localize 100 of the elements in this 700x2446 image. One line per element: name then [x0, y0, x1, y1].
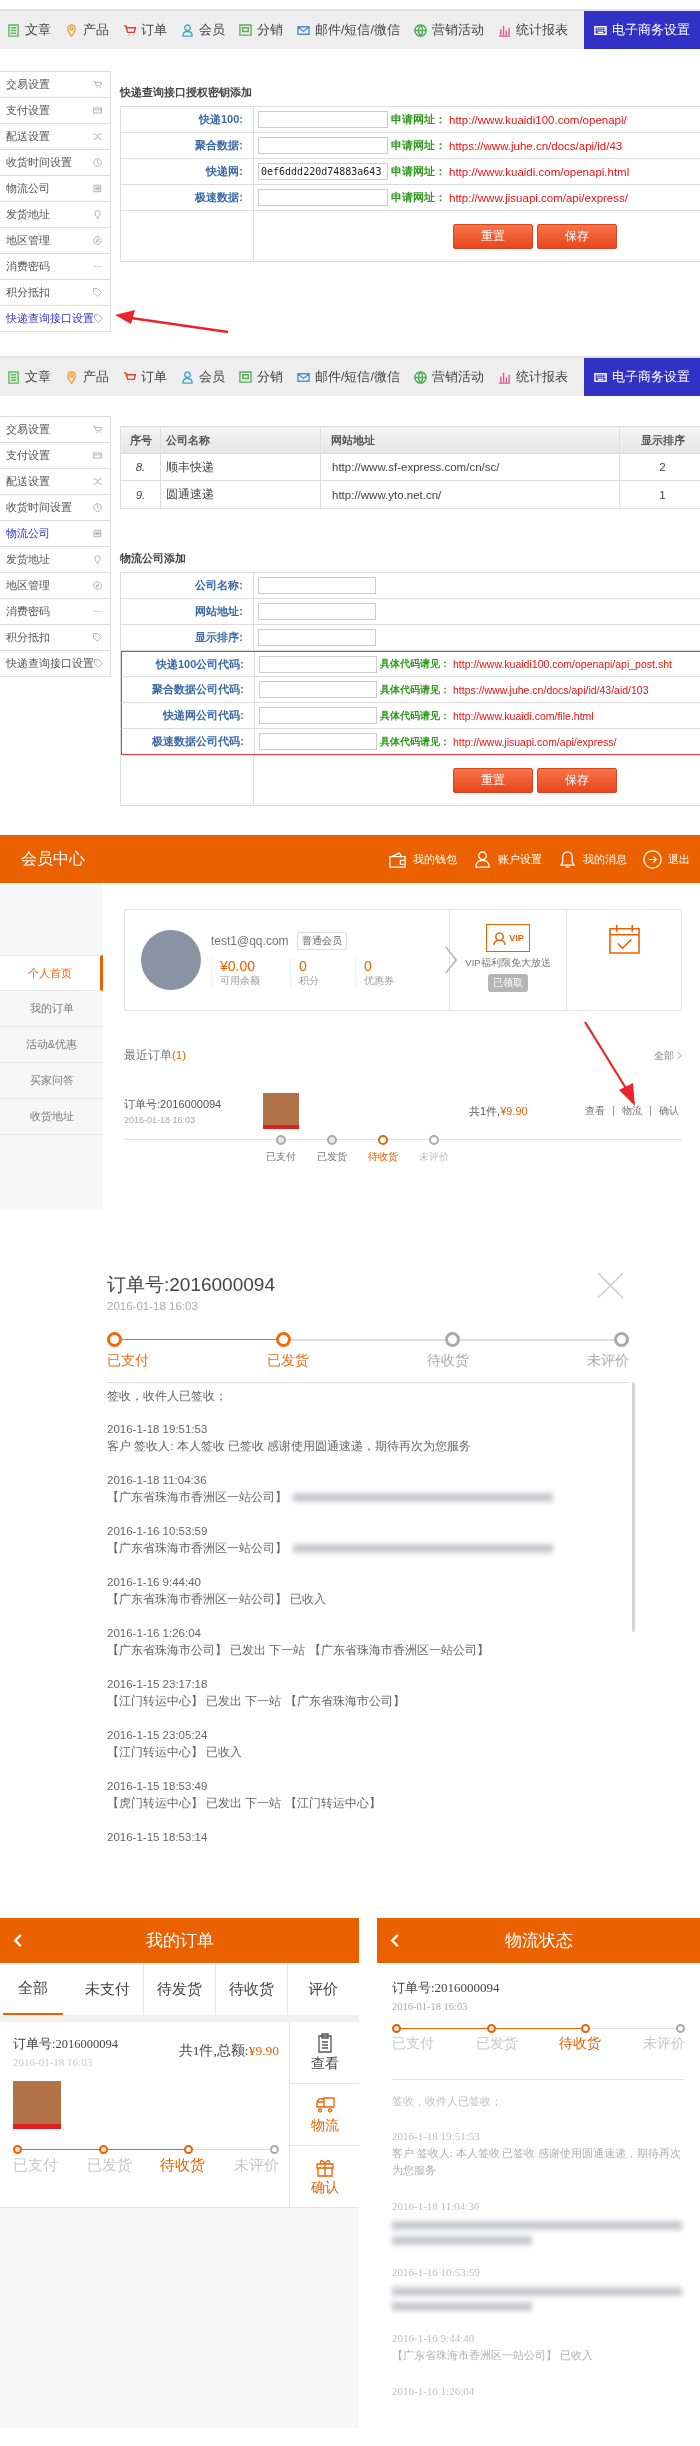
calendar-check-icon[interactable]: [607, 924, 641, 955]
field-label: 公司名称:: [121, 573, 254, 598]
cart-icon: [123, 23, 136, 37]
sidebar-item[interactable]: 配送设置: [0, 124, 110, 150]
text-input[interactable]: 0ef6ddd220d74883a643: [258, 163, 388, 180]
chevron-right-icon[interactable]: [444, 945, 458, 975]
sidebar-item[interactable]: 配送设置: [0, 469, 110, 495]
url-link[interactable]: http://www.jisuapi.com/api/express/: [453, 735, 617, 748]
sidebar-item[interactable]: 支付设置: [0, 443, 110, 469]
wallet-icon[interactable]: [388, 849, 407, 869]
nav-tab[interactable]: 统计报表: [490, 11, 575, 49]
order-tab[interactable]: 待收货: [215, 1963, 288, 2015]
url-link[interactable]: https://www.juhe.cn/docs/api/id/43/aid/103: [453, 683, 649, 696]
text-input[interactable]: [258, 577, 376, 594]
event-text: 客户 签收人: 本人签收 已签收 感谢使用圆通速递，期待再次为您服务: [392, 2146, 683, 2178]
url-link[interactable]: http://www.jisuapi.com/api/express/: [449, 191, 628, 204]
order-amount: ¥9.90: [500, 1104, 528, 1117]
nav-tab[interactable]: 统计报表: [490, 358, 575, 396]
nav-tab[interactable]: 会员: [174, 358, 232, 396]
nav-tab[interactable]: 产品: [58, 11, 116, 49]
stat-label: 积分: [299, 974, 320, 988]
sidebar-item[interactable]: 消费密码: [0, 254, 110, 280]
table-cell-text: 1: [658, 487, 667, 503]
event-time: 2016-1-16 10:53:59: [392, 2265, 481, 2280]
sidebar-item[interactable]: 积分抵扣: [0, 625, 110, 651]
nav-tab[interactable]: 邮件/短信/微信: [290, 11, 407, 49]
sidebar-item[interactable]: 物流公司: [0, 521, 110, 547]
text-input[interactable]: [258, 189, 388, 206]
sidebar-item[interactable]: 地区管理: [0, 228, 110, 254]
nav-tab[interactable]: 电子商务设置: [584, 358, 700, 396]
text-input[interactable]: [258, 111, 388, 128]
text-input[interactable]: [259, 655, 377, 673]
sidebar-item[interactable]: 消费密码: [0, 599, 110, 625]
nav-tab[interactable]: 文章: [0, 358, 58, 396]
sidebar-item[interactable]: 快递查询接口设置: [0, 306, 110, 332]
back-icon[interactable]: [390, 1933, 400, 1948]
tag-icon: [94, 659, 103, 668]
text-input[interactable]: [259, 707, 377, 724]
back-icon[interactable]: [13, 1933, 23, 1948]
view-all-link[interactable]: 全部: [654, 1048, 674, 1063]
nav-tab[interactable]: 分销: [232, 11, 290, 49]
text-input[interactable]: [258, 603, 376, 620]
nav-tab[interactable]: 分销: [232, 358, 290, 396]
user-icon[interactable]: [473, 849, 492, 869]
order-tab[interactable]: 待发货: [143, 1963, 216, 2015]
nav-tab[interactable]: 文章: [0, 11, 58, 49]
nav-tab[interactable]: 邮件/短信/微信: [290, 358, 407, 396]
nav-tab[interactable]: 营销活动: [406, 358, 491, 396]
text-input[interactable]: [258, 137, 388, 154]
sidebar-item[interactable]: 买家问答: [0, 1063, 103, 1099]
bell-icon[interactable]: [558, 849, 577, 869]
nav-tab[interactable]: 产品: [58, 358, 116, 396]
order-action-link[interactable]: 查看: [577, 1106, 613, 1116]
nav-tab[interactable]: 电子商务设置: [584, 11, 700, 49]
screen-icon: [239, 370, 252, 384]
sidebar-item[interactable]: 发货地址: [0, 202, 110, 228]
sidebar-item[interactable]: 交易设置: [0, 72, 110, 98]
sidebar-item[interactable]: 收货时间设置: [0, 150, 110, 176]
url-link[interactable]: http://www.kuaidi.com/openapi.html: [449, 165, 630, 178]
event-text: 【江门转运中心】 已收入: [107, 1745, 243, 1760]
sidebar-item[interactable]: 活动&优惠: [0, 1027, 103, 1063]
nav-tab[interactable]: 会员: [174, 11, 232, 49]
nav-tab[interactable]: 订单: [116, 358, 174, 396]
sidebar-item[interactable]: 我的订单: [0, 991, 103, 1027]
order-tab[interactable]: 全部: [3, 1963, 64, 2015]
sidebar-item[interactable]: 个人首页: [0, 955, 103, 991]
sidebar-item[interactable]: 收货地址: [0, 1099, 103, 1135]
sidebar-item[interactable]: 支付设置: [0, 98, 110, 124]
text-input[interactable]: [259, 681, 377, 698]
order-action-link[interactable]: 物流: [613, 1106, 650, 1116]
sidebar-item[interactable]: 积分抵扣: [0, 280, 110, 306]
url-link[interactable]: https://www.juhe.cn/docs/api/id/43: [449, 139, 623, 152]
sidebar-item[interactable]: 交易设置: [0, 417, 110, 443]
sidebar-item[interactable]: 地区管理: [0, 573, 110, 599]
form-title: 物流公司添加: [120, 551, 187, 566]
order-action-link[interactable]: 确认: [650, 1106, 682, 1116]
sidebar-item[interactable]: 发货地址: [0, 547, 110, 573]
url-link[interactable]: http://www.kuaidi100.com/openapi/: [449, 113, 627, 126]
table-cell: http://www.yto.net.cn/: [321, 481, 620, 508]
text-input[interactable]: [259, 733, 377, 750]
scrollbar[interactable]: [632, 1382, 635, 1632]
page-title: 物流状态: [504, 1930, 573, 1952]
url-link[interactable]: http://www.kuaidi100.com/openapi/api_post.sht: [453, 658, 672, 670]
nav-tab[interactable]: 营销活动: [406, 11, 491, 49]
table-cell: http://www.sf-express.com/cn/sc/: [321, 454, 620, 480]
sidebar-item[interactable]: 快递查询接口设置: [0, 651, 110, 677]
sidebar-item[interactable]: 物流公司: [0, 176, 110, 202]
order-tab[interactable]: 未支付: [71, 1963, 144, 2015]
url-link[interactable]: http://www.kuaidi.com/file.html: [453, 709, 594, 722]
chevron-right-icon[interactable]: [677, 1051, 682, 1060]
shuffle-icon: [93, 477, 102, 486]
order-tab[interactable]: 评价: [287, 1963, 360, 2015]
logout-icon[interactable]: [643, 849, 662, 869]
event-time: 2016-1-16 10:53:59: [107, 1524, 209, 1539]
close-icon[interactable]: [597, 1272, 624, 1299]
event-time: 2016-1-15 18:53:14: [107, 1830, 209, 1845]
text-input[interactable]: [258, 629, 376, 646]
product-photo-placeholder: [13, 2081, 61, 2129]
sidebar-item[interactable]: 收货时间设置: [0, 495, 110, 521]
nav-tab[interactable]: 订单: [116, 11, 174, 49]
